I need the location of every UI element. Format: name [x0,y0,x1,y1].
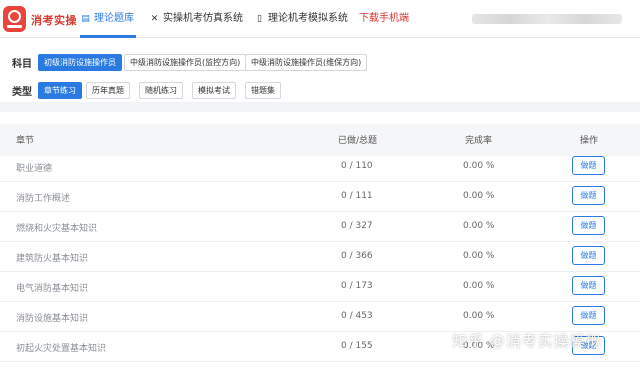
subject-label: 科目 [12,59,32,70]
tools-icon: ✕ [150,14,159,24]
table-row: 消防工作概述 0 / 111 0.00 % 做题 [0,182,640,212]
type-chip-wrong-set[interactable]: 错题集 [245,82,281,99]
table-row: 电气消防基本知识 0 / 173 0.00 % 做题 [0,272,640,302]
user-account-area[interactable] [472,14,622,24]
header-done: 已做/总题 [338,136,378,146]
nav-practical-sim[interactable]: ✕ 实操机考仿真系统 [149,0,243,38]
row-rate: 0.00 % [463,251,495,261]
type-chip-random[interactable]: 随机练习 [139,82,183,99]
fire-school-logo-icon [3,6,26,32]
practice-button[interactable]: 做题 [572,156,605,175]
row-chapter: 职业道德 [16,164,53,174]
download-mobile-link[interactable]: 下载手机端 [359,0,409,38]
table-row: 建筑防火基本知识 0 / 366 0.00 % 做题 [0,242,640,272]
header-chapter: 章节 [16,136,35,146]
watermark-text: 知乎 @消考实操模拟 [452,332,602,350]
row-rate: 0.00 % [463,221,495,231]
file-text-icon: ▤ [81,14,90,24]
table-row: 消防设施基本知识 0 / 453 0.00 % 做题 [0,302,640,332]
row-done: 0 / 366 [341,251,373,261]
subject-chip-intermediate-maintenance[interactable]: 中级消防设施操作员(维保方向) [245,54,368,71]
row-chapter: 建筑防火基本知识 [16,254,89,264]
row-rate: 0.00 % [463,191,495,201]
row-done: 0 / 453 [341,311,373,321]
type-chip-chapter[interactable]: 章节练习 [38,82,82,99]
row-chapter: 初起火灾处置基本知识 [16,344,107,354]
table-row: 燃烧和火灾基本知识 0 / 327 0.00 % 做题 [0,212,640,242]
practice-button[interactable]: 做题 [572,186,605,205]
nav-theory-bank[interactable]: ▤ 理论题库 [80,0,134,38]
row-chapter: 燃烧和火灾基本知识 [16,224,98,234]
top-navbar: 消考实操 ▤ 理论题库 ✕ 实操机考仿真系统 ▯ 理论机考模拟系统 下载手机端 [0,0,640,38]
filter-panel: 科目 初级消防设施操作员 中级消防设施操作员(监控方向) 中级消防设施操作员(维… [0,38,640,102]
row-rate: 0.00 % [463,311,495,321]
row-done: 0 / 327 [341,221,373,231]
practice-button[interactable]: 做题 [572,216,605,235]
header-rate: 完成率 [465,136,493,146]
type-chip-past-exams[interactable]: 历年真题 [86,82,130,99]
type-label: 类型 [12,87,32,98]
table-row: 职业道德 0 / 110 0.00 % 做题 [0,152,640,182]
subject-chip-intermediate-monitor[interactable]: 中级消防设施操作员(监控方向) [124,54,247,71]
row-chapter: 消防工作概述 [16,194,71,204]
nav-practical-sim-label: 实操机考仿真系统 [163,13,243,24]
subject-chip-junior[interactable]: 初级消防设施操作员 [38,54,122,71]
nav-theory-sim[interactable]: ▯ 理论机考模拟系统 [254,0,348,38]
row-chapter: 消防设施基本知识 [16,314,89,324]
row-done: 0 / 155 [341,341,373,351]
practice-button[interactable]: 做题 [572,306,605,325]
row-rate: 0.00 % [463,161,495,171]
row-done: 0 / 111 [341,191,373,201]
header-action: 操作 [580,136,599,146]
nav-theory-sim-label: 理论机考模拟系统 [268,13,348,24]
practice-button[interactable]: 做题 [572,276,605,295]
chapter-table: 章节 已做/总题 完成率 操作 职业道德 0 / 110 0.00 % 做题 消… [0,112,640,367]
row-done: 0 / 110 [341,161,373,171]
document-icon: ▯ [257,14,262,24]
type-chip-mock-exam[interactable]: 模拟考试 [192,82,236,99]
practice-button[interactable]: 做题 [572,246,605,265]
row-chapter: 电气消防基本知识 [16,284,89,294]
row-rate: 0.00 % [463,281,495,291]
nav-theory-bank-label: 理论题库 [94,13,134,24]
row-done: 0 / 173 [341,281,373,291]
brand-name: 消考实操 [31,14,77,27]
